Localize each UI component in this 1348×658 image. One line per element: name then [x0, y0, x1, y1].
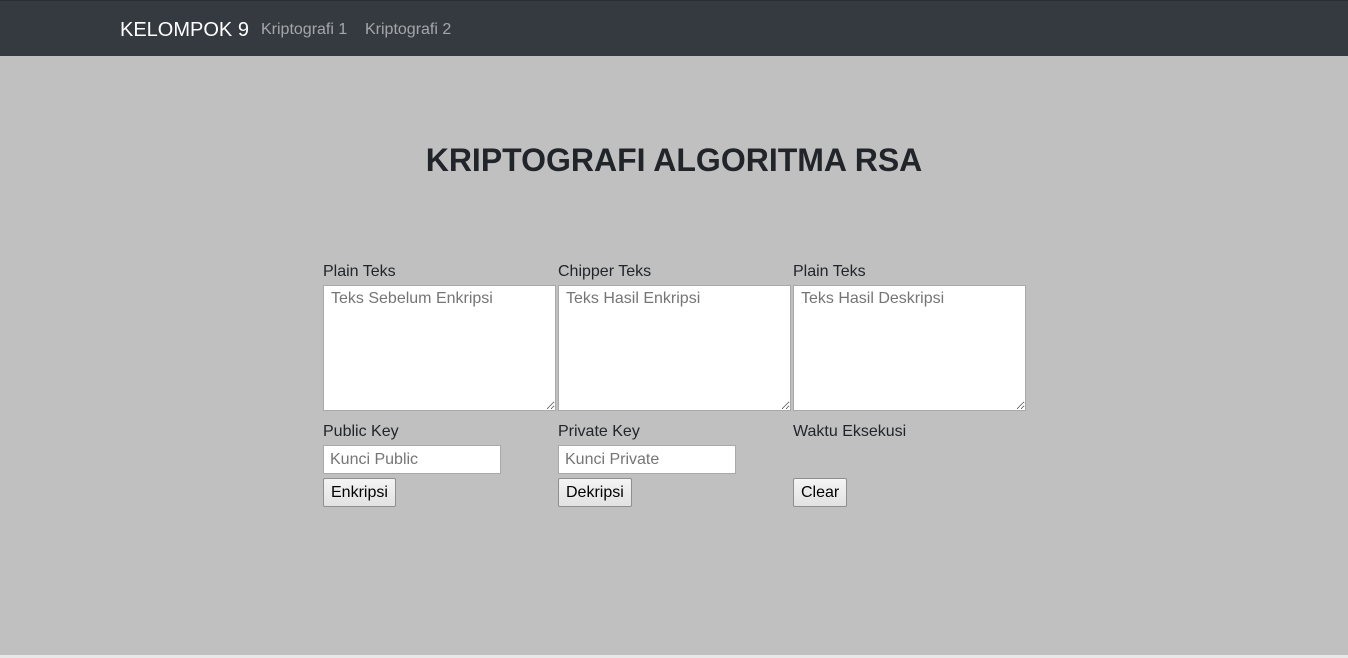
- decrypted-text-output[interactable]: [793, 285, 1026, 411]
- private-key-label: Private Key: [558, 423, 640, 440]
- navbar: KELOMPOK 9 Kriptografi 1 Kriptografi 2: [0, 0, 1348, 56]
- nav-link-kriptografi-2[interactable]: Kriptografi 2: [365, 20, 451, 40]
- private-key-input[interactable]: [558, 445, 736, 474]
- nav-link-kriptografi-1[interactable]: Kriptografi 1: [261, 20, 347, 40]
- public-key-input[interactable]: [323, 445, 501, 474]
- plain-text-label: Plain Teks: [323, 263, 396, 280]
- decrypted-text-label: Plain Teks: [793, 263, 866, 280]
- execution-time-label: Waktu Eksekusi: [793, 423, 907, 440]
- encrypt-button[interactable]: Enkripsi: [323, 478, 396, 507]
- public-key-label: Public Key: [323, 423, 399, 440]
- plain-text-input[interactable]: [323, 285, 556, 411]
- cipher-text-label: Chipper Teks: [558, 263, 652, 280]
- decrypt-button[interactable]: Dekripsi: [558, 478, 632, 507]
- page-title: KRIPTOGRAFI ALGORITMA RSA: [425, 142, 923, 178]
- navbar-brand[interactable]: KELOMPOK 9: [120, 18, 249, 42]
- cipher-text-output[interactable]: [558, 285, 791, 411]
- clear-button[interactable]: Clear: [793, 478, 848, 507]
